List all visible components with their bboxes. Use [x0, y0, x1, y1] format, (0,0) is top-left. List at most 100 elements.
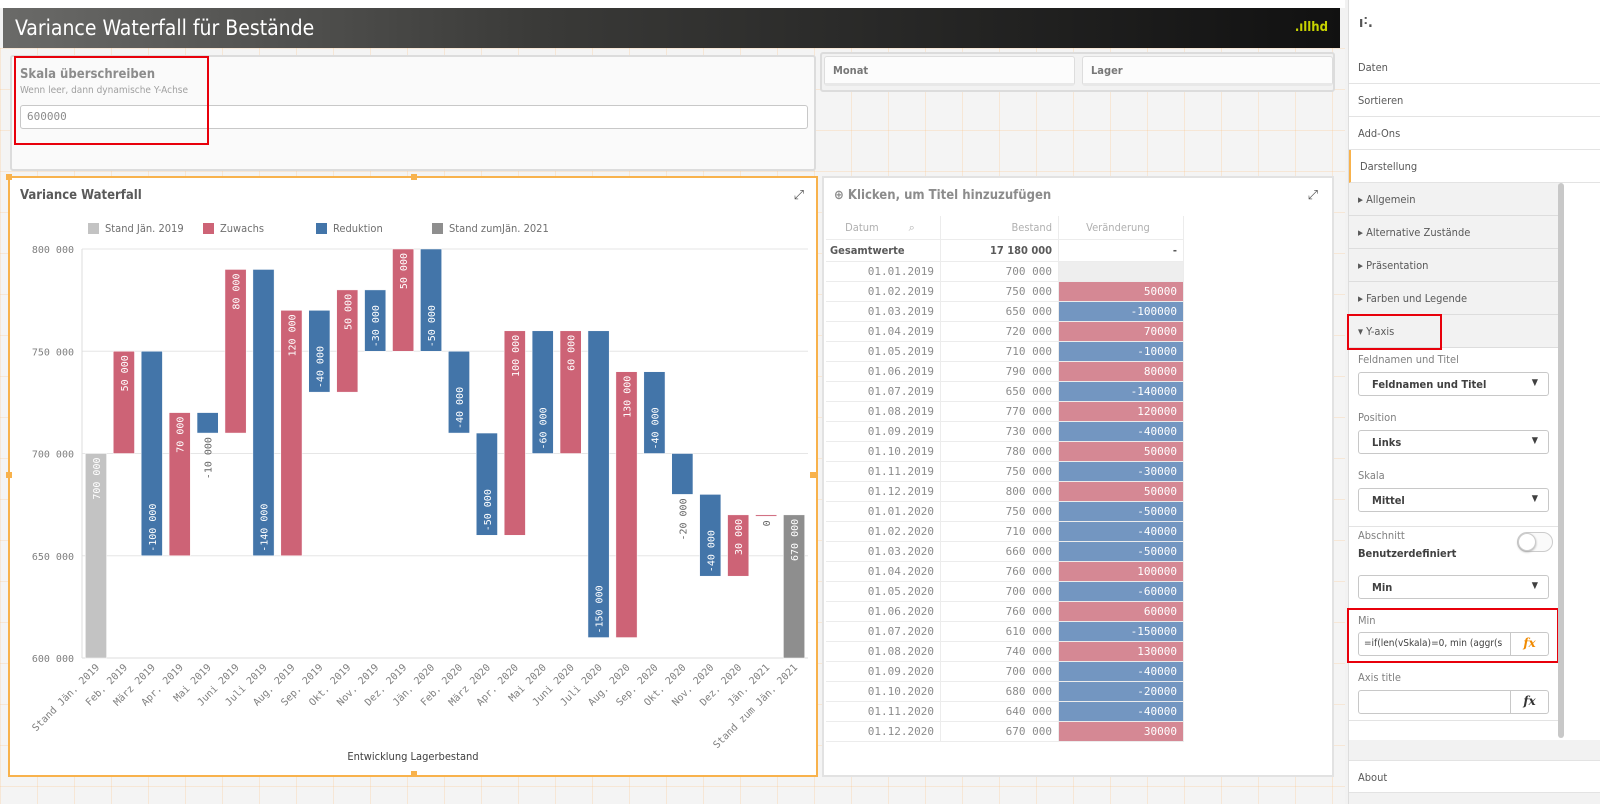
cell-veraenderung: -10000 [1059, 342, 1184, 361]
cell-datum[interactable]: 01.01.2019 [826, 262, 941, 281]
cell-datum[interactable]: 01.11.2019 [826, 462, 941, 481]
dropdown-value: Links [1372, 436, 1402, 449]
table-row[interactable]: 01.11.2019 750 000 -30000 [826, 462, 1184, 482]
data-label: 50 000 [399, 253, 410, 289]
section-praesentation[interactable]: ▸ Präsentation [1349, 249, 1559, 282]
cell-veraenderung: 60000 [1059, 602, 1184, 621]
listbox-monat[interactable]: Monat [824, 56, 1075, 86]
listbox-lager[interactable]: Lager [1082, 56, 1333, 86]
table-row[interactable]: 01.04.2019 720 000 70000 [826, 322, 1184, 342]
table-row[interactable]: 01.03.2020 660 000 -50000 [826, 542, 1184, 562]
table-body: 01.01.2019 700 000 01.02.2019 750 000 50… [826, 262, 1184, 742]
caret-right-icon: ▸ [1358, 226, 1367, 239]
table-row[interactable]: 01.09.2019 730 000 -40000 [826, 422, 1184, 442]
divider [1349, 526, 1559, 527]
cell-datum[interactable]: 01.08.2019 [826, 402, 941, 421]
tab-add-ons[interactable]: Add-Ons [1349, 117, 1600, 150]
abschnitt-value: Benutzerdefiniert [1358, 547, 1457, 560]
axis-title-input[interactable]: fx [1358, 690, 1549, 714]
cell-veraenderung: -30000 [1059, 462, 1184, 481]
cell-datum[interactable]: 01.06.2019 [826, 362, 941, 381]
cell-datum[interactable]: 01.09.2020 [826, 662, 941, 681]
table-row[interactable]: 01.08.2020 740 000 130000 [826, 642, 1184, 662]
sheet-header: Variance Waterfall für Bestände .ıllhd [3, 8, 1340, 48]
table-title[interactable]: ⊕ Klicken, um Titel hinzuzufügen [834, 188, 1051, 203]
tab-darstellung[interactable]: Darstellung [1349, 150, 1600, 183]
cell-datum[interactable]: 01.07.2020 [826, 622, 941, 641]
cell-datum[interactable]: 01.01.2020 [826, 502, 941, 521]
table-row[interactable]: 01.12.2019 800 000 50000 [826, 482, 1184, 502]
table-row[interactable]: 01.07.2020 610 000 -150000 [826, 622, 1184, 642]
skala-dropdown[interactable]: Mittel ▼ [1358, 488, 1549, 512]
cell-datum[interactable]: 01.04.2019 [826, 322, 941, 341]
cell-bestand: 650 000 [941, 302, 1059, 321]
cell-datum[interactable]: 01.03.2019 [826, 302, 941, 321]
cell-veraenderung: -100000 [1059, 302, 1184, 321]
fx-icon[interactable]: fx [1510, 691, 1548, 713]
table-row[interactable]: 01.02.2019 750 000 50000 [826, 282, 1184, 302]
waterfall-chart[interactable]: 600 000 650 000 700 000 750 000 800 000 700 0… [10, 178, 816, 775]
cell-datum[interactable]: 01.02.2020 [826, 522, 941, 541]
data-label: 80 000 [232, 273, 243, 309]
cell-datum[interactable]: 01.10.2019 [826, 442, 941, 461]
waterfall-bar[interactable] [671, 453, 694, 495]
table-panel: ⊕ Klicken, um Titel hinzuzufügen ⤢ Datum… [822, 176, 1334, 777]
table-row[interactable]: 01.10.2019 780 000 50000 [826, 442, 1184, 462]
table-row[interactable]: 01.09.2020 700 000 -40000 [826, 662, 1184, 682]
table-row[interactable]: 01.02.2020 710 000 -40000 [826, 522, 1184, 542]
feldnamen-dropdown[interactable]: Feldnamen und Titel ▼ [1358, 372, 1549, 396]
cell-datum[interactable]: 01.12.2019 [826, 482, 941, 501]
column-header-veraenderung[interactable]: Veränderung [1059, 216, 1184, 239]
cell-datum[interactable]: 01.12.2020 [826, 722, 941, 741]
min-max-dropdown[interactable]: Min ▼ [1358, 575, 1549, 599]
chevron-down-icon: ▼ [1531, 436, 1538, 446]
table-row[interactable]: 01.03.2019 650 000 -100000 [826, 302, 1184, 322]
cell-datum[interactable]: 01.11.2020 [826, 702, 941, 721]
data-label: -150 000 [595, 585, 606, 633]
data-label: 50 000 [120, 355, 131, 391]
company-logo: .ıllhd [1294, 20, 1328, 35]
section-allgemein[interactable]: ▸ Allgemein [1349, 183, 1559, 216]
position-dropdown[interactable]: Links ▼ [1358, 430, 1549, 454]
table-header: Datum ⌕ Bestand Veränderung Gesamtwerte 1… [826, 216, 1184, 262]
cell-veraenderung: 80000 [1059, 362, 1184, 381]
section-farben-legende[interactable]: ▸ Farben und Legende [1349, 282, 1559, 315]
cell-datum[interactable]: 01.02.2019 [826, 282, 941, 301]
tab-sortieren[interactable]: Sortieren [1349, 84, 1600, 117]
waterfall-bar[interactable] [755, 514, 777, 517]
cell-datum[interactable]: 01.10.2020 [826, 682, 941, 701]
table-row[interactable]: 01.01.2019 700 000 [826, 262, 1184, 282]
about-link[interactable]: About [1349, 760, 1600, 793]
table-row[interactable]: 01.06.2019 790 000 80000 [826, 362, 1184, 382]
column-header-bestand[interactable]: Bestand [941, 216, 1059, 239]
table-row[interactable]: 01.12.2020 670 000 30000 [826, 722, 1184, 742]
cell-datum[interactable]: 01.09.2019 [826, 422, 941, 441]
table-row[interactable]: 01.01.2020 750 000 -50000 [826, 502, 1184, 522]
section-alternative-zustaende[interactable]: ▸ Alternative Zustände [1349, 216, 1559, 249]
tab-daten[interactable]: Daten [1349, 51, 1600, 84]
column-header-datum[interactable]: Datum ⌕ [826, 216, 941, 239]
table-row[interactable]: 01.05.2019 710 000 -10000 [826, 342, 1184, 362]
table-row[interactable]: 01.07.2019 650 000 -140000 [826, 382, 1184, 402]
cell-datum[interactable]: 01.03.2020 [826, 542, 941, 561]
waterfall-bar[interactable] [196, 412, 219, 434]
table-row[interactable]: 01.05.2020 700 000 -60000 [826, 582, 1184, 602]
waterfall-chart-panel[interactable]: Variance Waterfall ⤢ Stand Jän. 2019 Zuw… [6, 174, 818, 777]
cell-datum[interactable]: 01.07.2019 [826, 382, 941, 401]
cell-bestand: 700 000 [941, 662, 1059, 681]
table-row[interactable]: 01.06.2020 760 000 60000 [826, 602, 1184, 622]
cell-datum[interactable]: 01.08.2020 [826, 642, 941, 661]
abschnitt-toggle[interactable] [1517, 532, 1553, 552]
cell-datum[interactable]: 01.04.2020 [826, 562, 941, 581]
cell-datum[interactable]: 01.05.2019 [826, 342, 941, 361]
table-row[interactable]: 01.10.2020 680 000 -20000 [826, 682, 1184, 702]
cell-datum[interactable]: 01.05.2020 [826, 582, 941, 601]
cell-datum[interactable]: 01.06.2020 [826, 602, 941, 621]
table-row[interactable]: 01.11.2020 640 000 -40000 [826, 702, 1184, 722]
scrollbar[interactable] [1558, 183, 1564, 738]
search-icon[interactable]: ⌕ [909, 221, 915, 235]
section-label: Allgemein [1366, 193, 1416, 206]
table-row[interactable]: 01.04.2020 760 000 100000 [826, 562, 1184, 582]
table-row[interactable]: 01.08.2019 770 000 120000 [826, 402, 1184, 422]
expand-icon[interactable]: ⤢ [1308, 188, 1318, 203]
